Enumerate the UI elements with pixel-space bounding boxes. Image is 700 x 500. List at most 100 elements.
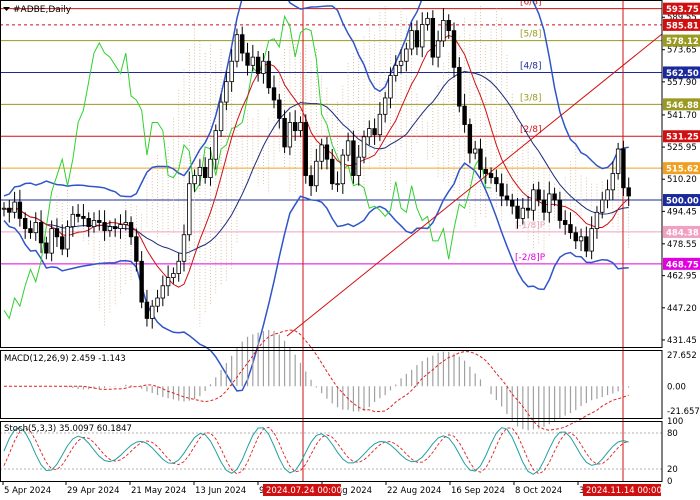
candle-body [557,199,563,221]
candle-body [430,17,436,58]
candle-body [472,148,478,154]
candle-body [271,87,277,101]
stoch-tick-label: 20 [667,465,678,475]
stoch-tick-label: 100 [667,417,683,427]
x-tick-label: 5 Apr 2024 [4,486,51,496]
y-tick-label: 447.20 [667,304,697,314]
y-tick-label: 525.95 [667,143,697,153]
candle-body [240,34,245,54]
candle-body [578,236,584,242]
candle-body [314,160,319,187]
candle-body [171,273,176,278]
candle-body [202,166,208,178]
candle-body [462,105,467,125]
candle-body [478,148,483,170]
candle-body [589,228,594,252]
stoch-tick-label: 0 [667,477,672,487]
x-tick-label: 8 Oct 2024 [515,486,562,496]
murrey-level-label: [-2/8]P [515,253,546,263]
candle-body [626,187,631,197]
murrey-level-label: [6/8] [520,0,542,8]
candle-body [49,228,54,254]
candle-body [81,215,86,219]
candle-body [451,30,457,68]
candle-body [531,189,536,211]
candle-body [118,224,123,230]
y-tick-label: 462.95 [667,272,697,282]
candle-body [44,242,49,254]
candle-body [245,52,250,66]
candle-body [573,232,578,242]
price-label-text: 562.50 [666,69,699,79]
stoch-tick-label: 80 [667,429,678,439]
candle-body [562,220,568,225]
candle-body [160,285,166,299]
candle-body [266,60,271,89]
candle-body [467,124,473,154]
x-tick-label: 21 May 2024 [131,486,186,496]
candle-body [33,222,38,234]
candle-body [282,117,287,148]
candle-body [22,218,28,230]
y-tick-label: 557.90 [667,78,697,88]
candle-body [155,297,160,307]
candle-body [382,97,388,115]
candle-body [594,211,600,230]
murrey-level-label: [4/8] [520,61,542,71]
candle-body [361,136,367,158]
candle-body [335,183,340,186]
candle-body [520,207,526,219]
murrey-level-label: [5/8] [520,30,542,40]
candle-body [102,222,107,232]
time-label-text: 2024.07.24 00:00 [266,486,342,496]
candle-body [340,154,346,185]
candle-body [213,130,218,160]
macd-tick-label: 27.652 [667,351,697,361]
candle-body [197,166,203,176]
candle-body [435,40,441,58]
candle-body [324,144,330,160]
price-label-text: 546.88 [666,101,699,111]
price-label-text: 531.25 [666,133,699,143]
price-chart[interactable]: [6/8][5/8][4/8][3/8][2/8][-1/8]P[-2/8]P … [0,0,700,500]
macd-tick-label: 0.00 [667,382,686,392]
candle-body [510,199,515,207]
candle-body [144,301,150,319]
price-label-text: 500.00 [666,197,699,207]
candle-body [277,99,282,119]
y-tick-label: 431.45 [667,336,697,346]
candle-body [192,175,197,185]
candle-body [128,222,134,238]
candle-body [388,75,393,99]
candle-body [298,122,303,132]
x-tick-label: 16 Sep 2024 [451,486,505,496]
candle-body [65,226,70,250]
candle-body [621,148,626,189]
candle-body [568,224,573,234]
candle-body [123,222,128,225]
candle-body [229,60,234,83]
candle-body [441,20,446,42]
candle-body [425,17,430,25]
time-label-text: 2024.11.14 00:00 [586,486,662,496]
candle-body [70,213,76,227]
candle-body [610,173,616,191]
candle-body [605,189,610,201]
candle-body [86,218,91,227]
candle-body [287,122,293,148]
price-label-text: 585.81 [666,21,699,31]
price-label-text: 484.38 [666,228,699,238]
candle-body [367,128,372,138]
candle-body [139,260,144,303]
x-tick-label: 22 Aug 2024 [387,486,441,496]
candle-body [224,81,229,103]
candle-body [494,177,499,185]
macd-label: MACD(12,26,9) 2.459 -1.143 [4,354,126,364]
candle-body [409,30,414,50]
murrey-level-label: [3/8] [520,93,542,103]
candle-body [54,228,60,238]
candle-body [165,277,171,287]
candle-body [552,193,557,201]
candle-body [398,60,404,66]
candle-body [345,140,351,156]
